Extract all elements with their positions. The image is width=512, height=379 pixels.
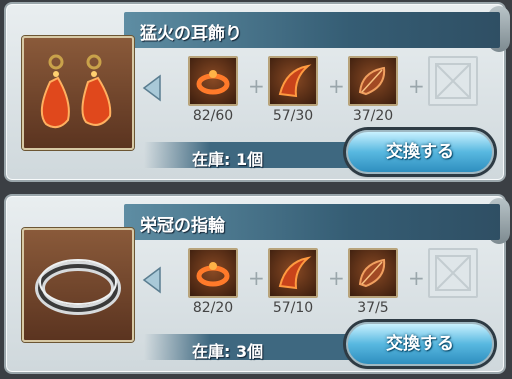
fire-ring-material-icon (196, 262, 230, 287)
plus-icon: + (328, 74, 345, 98)
reward-item-frame[interactable] (22, 36, 134, 150)
material-slot[interactable] (268, 56, 318, 106)
material-count: 37/5 (357, 300, 389, 316)
recipe-panel: 栄冠の指輪 82/20 + 57/10 + 37/5 + 在庫: 3個 交換する (4, 194, 510, 374)
material-count: 37/20 (352, 108, 394, 124)
material-slot-empty (428, 248, 478, 298)
plus-icon: + (248, 266, 265, 290)
earring-icon (40, 54, 112, 129)
recipe-title: 猛火の耳飾り (140, 24, 242, 44)
recipe-panel: 猛火の耳飾り 82/60 + 57/30 + 37/20 + 在庫: 1個 交換… (4, 2, 510, 182)
recipe-title: 栄冠の指輪 (140, 216, 225, 236)
empty-slot-icon (435, 255, 471, 291)
fire-ring-material-icon (196, 70, 230, 95)
material-slot[interactable] (188, 56, 238, 106)
recipe-title-bar: 栄冠の指輪 (124, 204, 500, 240)
arrow-left-icon (142, 266, 161, 294)
plus-icon: + (408, 266, 425, 290)
reward-item-frame[interactable] (22, 228, 134, 342)
plus-icon: + (408, 74, 425, 98)
fire-horn-material-icon (278, 64, 312, 98)
recipe-title-bar: 猛火の耳飾り (124, 12, 500, 48)
material-slot[interactable] (348, 248, 398, 298)
material-slot-empty (428, 56, 478, 106)
exchange-button[interactable]: 交換する (346, 130, 494, 174)
material-slot[interactable] (188, 248, 238, 298)
plus-icon: + (248, 74, 265, 98)
arrow-left-icon (142, 74, 161, 102)
material-slot[interactable] (268, 248, 318, 298)
material-count: 57/30 (272, 108, 314, 124)
fire-horn-material-icon (278, 256, 312, 290)
silver-ring-icon (35, 259, 121, 315)
fire-feather-material-icon (358, 66, 386, 96)
empty-slot-icon (435, 63, 471, 99)
material-count: 82/20 (192, 300, 234, 316)
material-count: 57/10 (272, 300, 314, 316)
stock-label: 在庫: 3個 (192, 342, 264, 361)
exchange-button[interactable]: 交換する (346, 322, 494, 366)
fire-feather-material-icon (358, 258, 386, 288)
material-count: 82/60 (192, 108, 234, 124)
plus-icon: + (328, 266, 345, 290)
stock-label: 在庫: 1個 (192, 150, 264, 169)
material-slot[interactable] (348, 56, 398, 106)
